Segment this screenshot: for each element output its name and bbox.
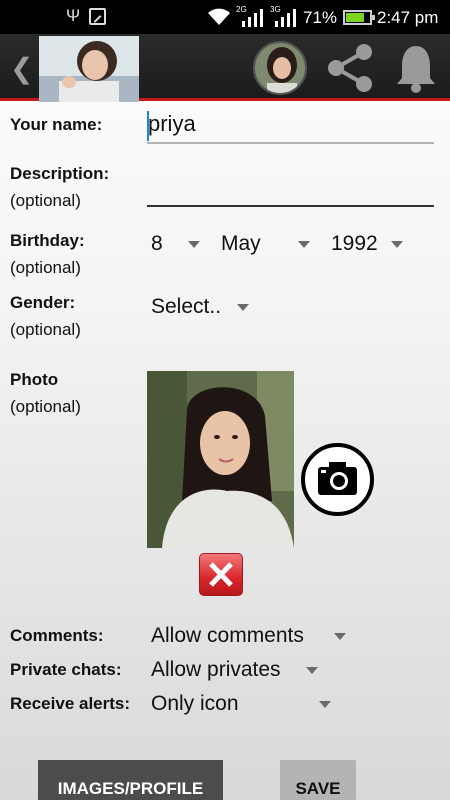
birthday-label-group: Birthday: (optional) — [10, 227, 85, 281]
save-button[interactable]: SAVE — [280, 760, 356, 800]
back-icon[interactable]: ❮ — [10, 52, 33, 85]
photo-label-group: Photo (optional) — [10, 366, 81, 420]
description-optional: (optional) — [10, 191, 81, 210]
private-chats-value: Allow privates — [151, 658, 281, 681]
description-label: Description: — [10, 164, 110, 183]
bell-icon[interactable] — [393, 42, 439, 94]
usb-icon: Ψ — [66, 6, 81, 25]
description-input[interactable] — [147, 175, 434, 207]
private-chats-label: Private chats: — [10, 660, 122, 679]
name-value: priya — [148, 111, 196, 136]
name-label: Your name: — [10, 115, 103, 134]
delete-photo-button[interactable] — [199, 553, 243, 596]
photo-optional: (optional) — [10, 397, 81, 416]
receive-alerts-spinner[interactable]: Only icon — [151, 692, 336, 718]
birthday-year-spinner[interactable]: 1992 — [331, 232, 407, 258]
description-label-group: Description: (optional) — [10, 160, 109, 214]
birthday-day-value: 8 — [151, 232, 163, 255]
chevron-down-icon — [319, 701, 331, 708]
images-profile-button[interactable]: IMAGES/PROFILE — [38, 760, 223, 800]
gender-label-group: Gender: (optional) — [10, 289, 81, 343]
birthday-month-spinner[interactable]: May — [221, 232, 317, 258]
camera-button[interactable] — [301, 443, 374, 516]
comments-spinner[interactable]: Allow comments — [151, 624, 351, 650]
app-logo[interactable] — [39, 36, 139, 102]
photo-label: Photo — [10, 370, 59, 389]
private-chats-spinner[interactable]: Allow privates — [151, 658, 321, 684]
share-icon[interactable] — [324, 42, 376, 94]
birthday-optional: (optional) — [10, 258, 81, 277]
chevron-down-icon — [334, 633, 346, 640]
chevron-down-icon — [188, 241, 200, 248]
receive-alerts-value: Only icon — [151, 692, 239, 715]
chevron-down-icon — [306, 667, 318, 674]
birthday-day-spinner[interactable]: 8 — [151, 232, 211, 258]
signal-icon — [242, 9, 263, 27]
chevron-down-icon — [391, 241, 403, 248]
camera-icon — [318, 462, 357, 495]
gender-value: Select.. — [151, 295, 222, 318]
chevron-down-icon — [298, 241, 310, 248]
avatar[interactable] — [253, 41, 307, 95]
profile-photo[interactable] — [147, 371, 294, 548]
name-input[interactable]: priya — [147, 108, 434, 144]
battery-fill — [346, 13, 364, 22]
gender-spinner[interactable]: Select.. — [151, 295, 255, 321]
signal-icon-2 — [275, 9, 296, 27]
status-bar: Ψ 2G 3G 71% 2:47 pm — [0, 0, 450, 34]
clock: 2:47 pm — [377, 8, 439, 27]
battery-percent: 71% — [303, 8, 338, 27]
gender-label: Gender: — [10, 293, 76, 312]
birthday-year-value: 1992 — [331, 232, 378, 255]
wifi-icon — [208, 8, 230, 25]
birthday-label: Birthday: — [10, 231, 85, 250]
chevron-down-icon — [237, 304, 249, 311]
receive-alerts-label: Receive alerts: — [10, 694, 131, 713]
battery-nub — [372, 15, 375, 20]
close-icon — [209, 562, 233, 587]
image-icon — [89, 8, 106, 25]
birthday-month-value: May — [221, 232, 261, 255]
status-bar-left — [0, 0, 58, 34]
comments-value: Allow comments — [151, 624, 304, 647]
gender-optional: (optional) — [10, 320, 81, 339]
action-bar: ❮ — [0, 34, 450, 102]
comments-label: Comments: — [10, 626, 104, 645]
battery-icon — [343, 10, 375, 25]
